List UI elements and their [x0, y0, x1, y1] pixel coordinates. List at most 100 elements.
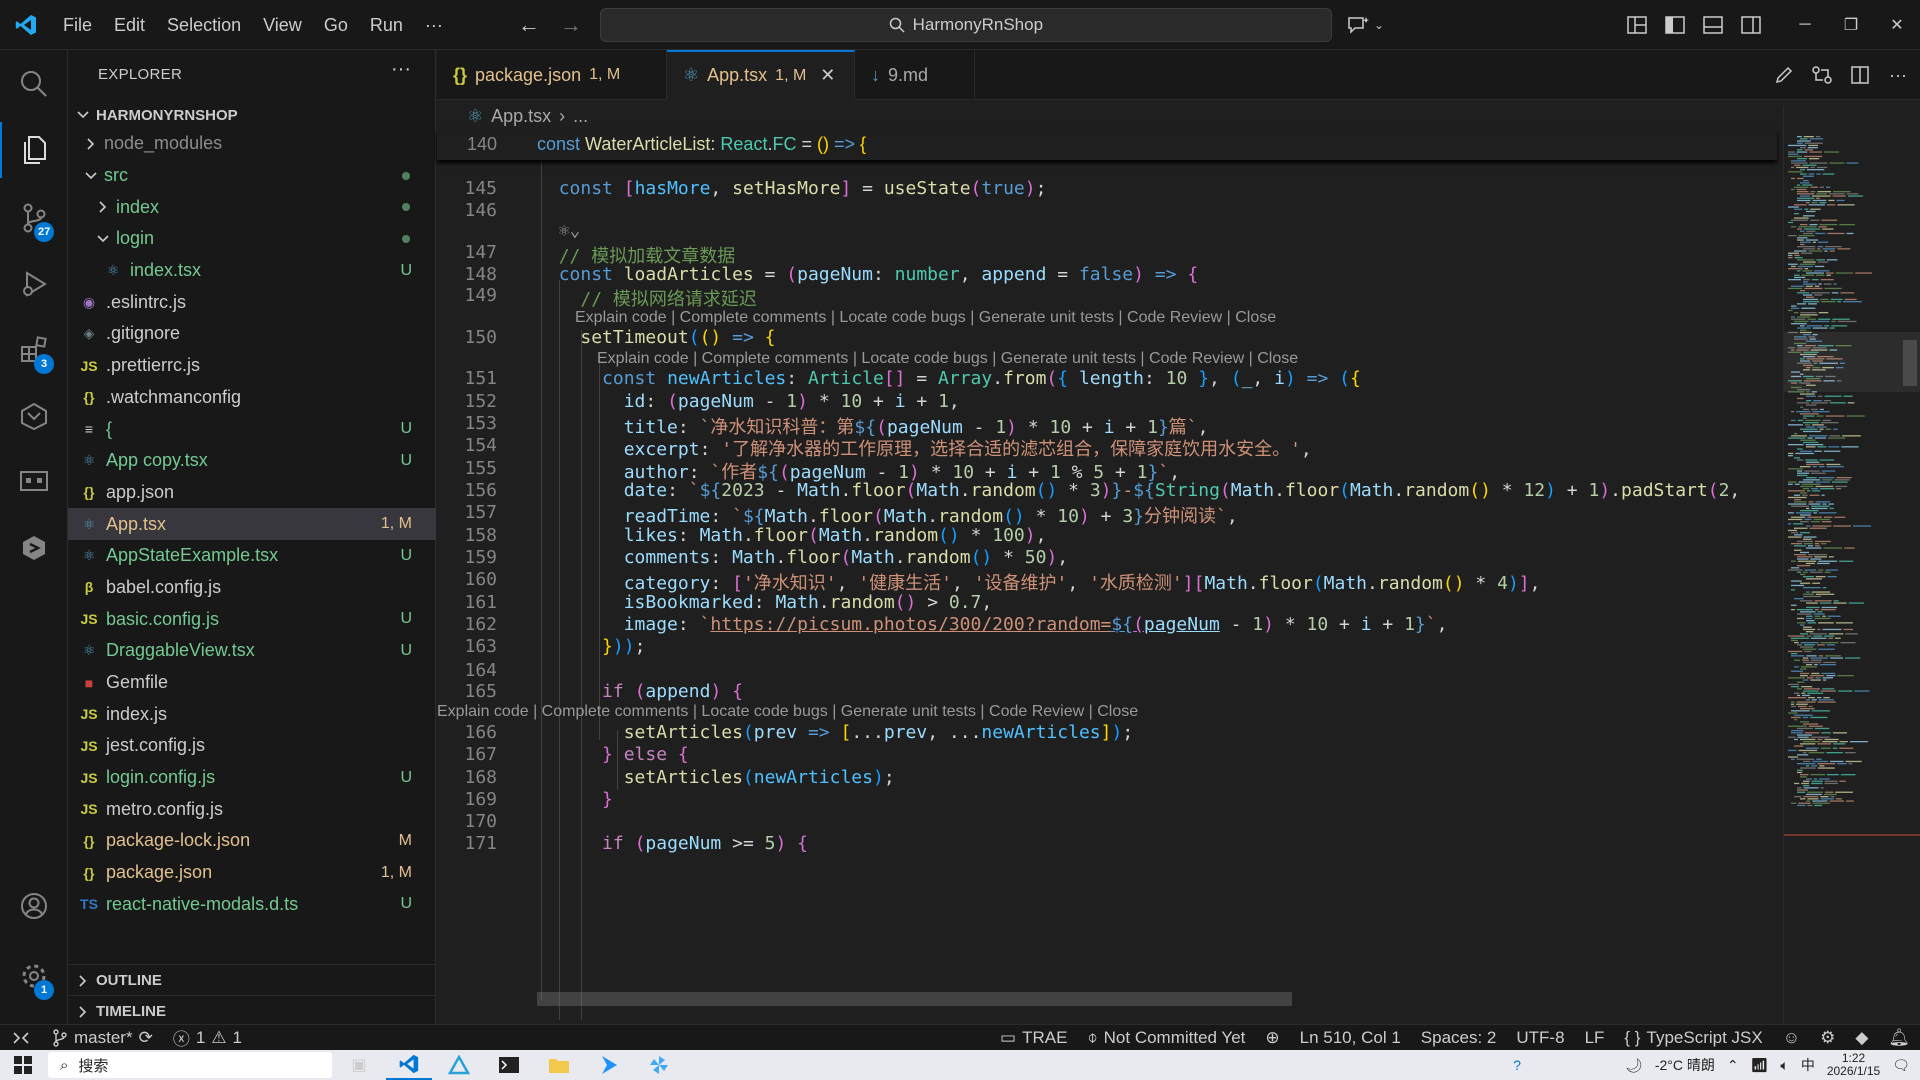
- branch-indicator[interactable]: master* ⟳: [42, 1025, 163, 1051]
- tab-9-md[interactable]: ↓ 9.md: [855, 50, 975, 100]
- file-item[interactable]: JS metro.config.js: [68, 793, 436, 825]
- file-item[interactable]: ■ Gemfile: [68, 667, 436, 699]
- minimap[interactable]: [1783, 106, 1920, 1026]
- source-control-icon[interactable]: 27: [0, 190, 68, 246]
- remote-explorer-icon[interactable]: [0, 454, 68, 510]
- cursor-position[interactable]: Ln 510, Col 1: [1290, 1025, 1411, 1051]
- file-item[interactable]: ⚛ App.tsx 1, M: [68, 508, 436, 540]
- back-arrow-icon[interactable]: ←: [518, 12, 540, 38]
- run-debug-icon[interactable]: [0, 256, 68, 312]
- indentation[interactable]: Spaces: 2: [1411, 1025, 1507, 1051]
- file-item[interactable]: ⚛ App copy.tsx U: [68, 445, 436, 477]
- weather-text[interactable]: -2°C 晴朗: [1655, 1055, 1715, 1075]
- menu-view[interactable]: View: [252, 0, 313, 50]
- menu-selection[interactable]: Selection: [156, 0, 252, 50]
- ai-codelens-actions[interactable]: Explain code | Complete comments | Locat…: [597, 350, 1298, 368]
- file-item[interactable]: {} app.json: [68, 477, 436, 509]
- file-item[interactable]: ◉ .eslintrc.js: [68, 286, 436, 318]
- manage-gear-icon[interactable]: 1: [0, 948, 68, 1004]
- copilot-chat-button[interactable]: ⌄: [1346, 0, 1384, 50]
- folder-item[interactable]: src: [68, 160, 436, 192]
- file-item[interactable]: ⚛ index.tsx U: [68, 255, 436, 287]
- extensions-icon[interactable]: 3: [0, 322, 68, 378]
- toggle-panel-icon[interactable]: [1694, 0, 1732, 50]
- more-actions-icon[interactable]: ···: [391, 58, 411, 81]
- help-icon[interactable]: ?: [1513, 1057, 1521, 1073]
- file-item[interactable]: ≡ {U: [68, 413, 436, 445]
- terminal-taskbar-icon[interactable]: [486, 1050, 532, 1080]
- close-window-icon[interactable]: ✕: [1874, 0, 1920, 50]
- encoding[interactable]: UTF-8: [1506, 1025, 1574, 1051]
- section-outline[interactable]: OUTLINE: [68, 964, 436, 996]
- edit-pencil-icon[interactable]: [1772, 65, 1796, 85]
- zoom-icon[interactable]: ⊕: [1255, 1025, 1289, 1051]
- section-timeline[interactable]: TIMELINE: [68, 995, 436, 1027]
- code-editor[interactable]: 145 const [hasMore, setHasMore] = useSta…: [437, 130, 1777, 1020]
- file-item[interactable]: {} .watchmanconfig: [68, 382, 436, 414]
- tab-app-tsx[interactable]: ⚛ App.tsx 1, M ✕: [667, 50, 855, 100]
- vertical-scrollbar[interactable]: [1903, 340, 1917, 386]
- vscode-taskbar-icon[interactable]: [386, 1050, 432, 1080]
- file-item[interactable]: {} package-lock.json M: [68, 825, 436, 857]
- app-arrow-taskbar-icon[interactable]: [586, 1050, 632, 1080]
- cangjie-status-icon[interactable]: ◆: [1845, 1025, 1878, 1051]
- command-center-search[interactable]: HarmonyRnShop: [599, 7, 1332, 42]
- folder-item[interactable]: index: [68, 191, 436, 223]
- close-tab-icon[interactable]: ✕: [820, 65, 835, 86]
- windows-start-icon[interactable]: [0, 1050, 46, 1080]
- horizontal-scrollbar[interactable]: [537, 992, 1292, 1006]
- tab-package-json[interactable]: {} package.json 1, M: [437, 50, 667, 100]
- file-item[interactable]: {} package.json 1, M: [68, 857, 436, 889]
- project-root[interactable]: HARMONYRNSHOP: [68, 102, 436, 128]
- taskbar-search[interactable]: ⌕ 搜索: [48, 1052, 332, 1078]
- notifications-bell-icon[interactable]: 🔔︎: [1878, 1025, 1920, 1051]
- file-item[interactable]: JS login.config.js U: [68, 762, 436, 794]
- customize-layout-icon[interactable]: [1618, 0, 1656, 50]
- language-mode[interactable]: { } TypeScript JSX: [1614, 1025, 1772, 1051]
- task-view-icon[interactable]: ▣: [336, 1050, 382, 1080]
- file-item[interactable]: ◈ .gitignore: [68, 318, 436, 350]
- network-icon[interactable]: 📶︎: [1751, 1057, 1769, 1074]
- trae-indicator[interactable]: ▭ TRAE: [990, 1025, 1077, 1051]
- breadcrumb-file[interactable]: App.tsx: [491, 106, 551, 127]
- toggle-primary-sidebar-icon[interactable]: [1656, 0, 1694, 50]
- show-hidden-icons-chevron-icon[interactable]: ⌃: [1727, 1057, 1739, 1074]
- split-editor-icon[interactable]: [1848, 65, 1872, 85]
- extension-status-icon[interactable]: ⚙: [1810, 1025, 1845, 1051]
- file-item[interactable]: JS .prettierrc.js: [68, 350, 436, 382]
- accounts-icon[interactable]: [0, 878, 68, 934]
- ai-codelens-actions[interactable]: Explain code | Complete comments | Locat…: [437, 703, 1138, 721]
- menu-more[interactable]: ···: [414, 0, 454, 50]
- breadcrumb-rest[interactable]: ...: [573, 106, 588, 127]
- file-item[interactable]: β babel.config.js: [68, 572, 436, 604]
- restore-icon[interactable]: ❐: [1828, 0, 1874, 50]
- file-item[interactable]: ⚛ DraggableView.tsx U: [68, 635, 436, 667]
- explorer-view-icon[interactable]: [0, 122, 68, 178]
- file-item[interactable]: ⚛ AppStateExample.tsx U: [68, 540, 436, 572]
- menu-run[interactable]: Run: [359, 0, 414, 50]
- sticky-scroll-header[interactable]: 140 const WaterArticleList: React.FC = (…: [437, 130, 1777, 160]
- notification-center-icon[interactable]: 🗨︎: [1892, 1057, 1910, 1074]
- menu-edit[interactable]: Edit: [103, 0, 156, 50]
- menu-file[interactable]: File: [52, 0, 103, 50]
- remote-indicator-icon[interactable]: [0, 1025, 42, 1051]
- file-item[interactable]: JS jest.config.js: [68, 730, 436, 762]
- minimize-icon[interactable]: ─: [1782, 0, 1828, 50]
- git-blame-indicator[interactable]: ⌽ Not Committed Yet: [1077, 1025, 1255, 1051]
- file-item[interactable]: JS basic.config.js U: [68, 603, 436, 635]
- file-item[interactable]: TS react-native-modals.d.ts U: [68, 889, 436, 921]
- file-explorer-taskbar-icon[interactable]: [536, 1050, 582, 1080]
- compare-changes-icon[interactable]: [1810, 65, 1834, 85]
- cangjie-icon[interactable]: [0, 520, 68, 576]
- folder-item[interactable]: login: [68, 223, 436, 255]
- problems-indicator[interactable]: ⓧ 1 ⚠ 1: [163, 1025, 252, 1051]
- testing-flask-icon[interactable]: [0, 388, 68, 444]
- forward-arrow-icon[interactable]: →: [560, 12, 582, 38]
- file-item[interactable]: JS index.js: [68, 698, 436, 730]
- app-pinwheel-taskbar-icon[interactable]: [636, 1050, 682, 1080]
- editor-more-icon[interactable]: ···: [1886, 65, 1910, 86]
- folder-item[interactable]: node_modules: [68, 128, 436, 160]
- ime-icon[interactable]: 中: [1801, 1055, 1815, 1075]
- search-view-icon[interactable]: [0, 56, 68, 112]
- clock[interactable]: 1:22 2026/1/15: [1827, 1052, 1880, 1078]
